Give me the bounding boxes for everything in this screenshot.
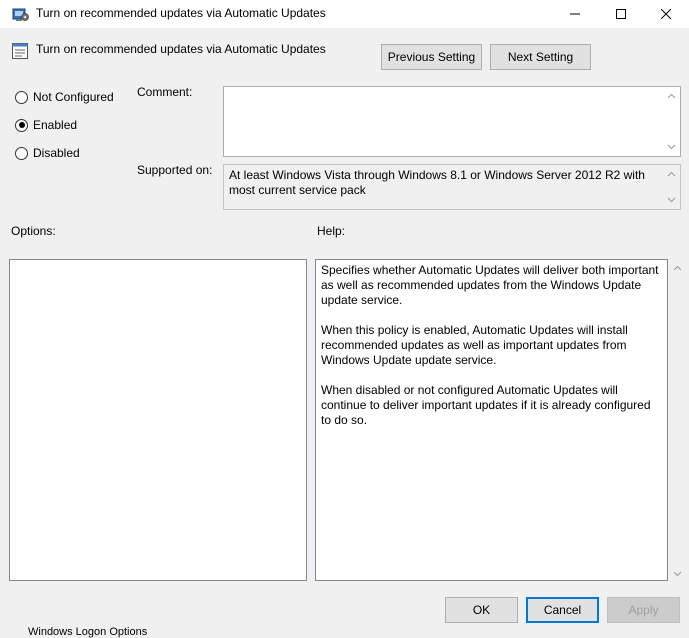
background-window-text: Windows Logon Options: [28, 626, 148, 638]
help-paragraph: When disabled or not configured Automati…: [321, 383, 651, 427]
radio-disabled-label: Disabled: [33, 146, 80, 160]
help-paragraph: Specifies whether Automatic Updates will…: [321, 263, 659, 307]
cancel-button[interactable]: Cancel: [526, 597, 599, 623]
supported-on-box[interactable]: At least Windows Vista through Windows 8…: [223, 164, 681, 210]
help-scroll-down-icon[interactable]: [673, 571, 682, 577]
next-setting-button[interactable]: Next Setting: [490, 44, 591, 70]
radio-enabled-circle[interactable]: [15, 118, 28, 132]
scroll-down-icon[interactable]: [667, 197, 676, 203]
help-scroll-up-icon[interactable]: [673, 265, 682, 271]
scroll-up-icon[interactable]: [667, 171, 676, 177]
previous-setting-button[interactable]: Previous Setting: [381, 44, 482, 70]
scroll-down-icon[interactable]: [667, 144, 676, 150]
window-title: Turn on recommended updates via Automati…: [36, 6, 326, 20]
help-label: Help:: [317, 224, 346, 238]
radio-disabled[interactable]: Disabled: [15, 145, 80, 161]
radio-not-configured[interactable]: Not Configured: [15, 89, 114, 105]
radio-disabled-circle[interactable]: [15, 146, 28, 160]
comment-label: Comment:: [137, 85, 193, 99]
minimize-button[interactable]: [552, 0, 598, 28]
minimize-icon: [570, 9, 580, 19]
supported-on-label: Supported on:: [137, 163, 213, 177]
radio-enabled[interactable]: Enabled: [15, 117, 77, 133]
maximize-icon: [616, 9, 626, 19]
radio-not-configured-label: Not Configured: [33, 90, 114, 104]
policy-title: Turn on recommended updates via Automati…: [36, 42, 326, 56]
radio-enabled-label: Enabled: [33, 118, 78, 132]
comment-value: [224, 87, 680, 93]
supported-on-value: At least Windows Vista through Windows 8…: [229, 168, 645, 197]
options-panel[interactable]: [9, 259, 307, 581]
comment-textbox[interactable]: [223, 86, 681, 157]
scroll-up-icon[interactable]: [667, 93, 676, 99]
close-icon: [661, 9, 671, 19]
close-button[interactable]: [643, 0, 689, 28]
help-panel[interactable]: Specifies whether Automatic Updates will…: [315, 259, 668, 581]
policy-settings-icon: [12, 5, 30, 23]
apply-button[interactable]: Apply: [607, 597, 680, 623]
policy-document-icon: [12, 43, 28, 59]
ok-button[interactable]: OK: [445, 597, 518, 623]
options-label: Options:: [11, 224, 56, 238]
help-paragraph: When this policy is enabled, Automatic U…: [321, 323, 628, 367]
maximize-button[interactable]: [598, 0, 644, 28]
radio-not-configured-circle[interactable]: [15, 90, 28, 104]
